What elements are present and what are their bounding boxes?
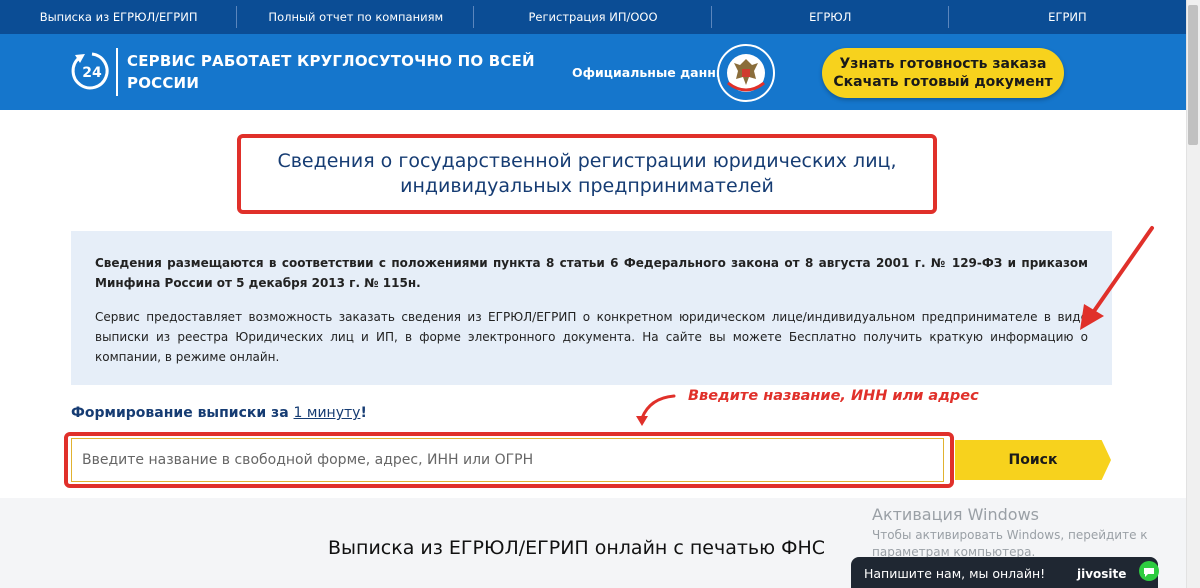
- info-box: Сведения размещаются в соответствии с по…: [71, 231, 1112, 385]
- formation-prefix: Формирование выписки за: [71, 405, 294, 421]
- page-title: Сведения о государственной регистрации ю…: [277, 150, 897, 197]
- chat-label: Напишите нам, мы онлайн!: [864, 566, 1046, 581]
- site-header: 24 СЕРВИС РАБОТАЕТ КРУГЛОСУТОЧНО ПО ВСЕЙ…: [0, 34, 1186, 110]
- tax-service-emblem-icon: [717, 44, 775, 102]
- windows-activation-watermark: Активация Windows Чтобы активировать Win…: [872, 505, 1172, 561]
- formation-heading: Формирование выписки за 1 минуту!: [71, 405, 367, 421]
- one-minute-link[interactable]: 1 минуту: [294, 405, 361, 421]
- nav-item-full-report[interactable]: Полный отчет по компаниям: [237, 0, 475, 34]
- header-divider: [116, 48, 118, 96]
- service-slogan: СЕРВИС РАБОТАЕТ КРУГЛОСУТОЧНО ПО ВСЕЙ РО…: [127, 52, 535, 92]
- nav-item-egrul[interactable]: ЕГРЮЛ: [712, 0, 950, 34]
- top-navigation: Выписка из ЕГРЮЛ/ЕГРИП Полный отчет по к…: [0, 0, 1186, 34]
- main-content: Сведения о государственной регистрации ю…: [0, 110, 1186, 498]
- nav-item-egrip[interactable]: ЕГРИП: [949, 0, 1186, 34]
- chat-widget[interactable]: Напишите нам, мы онлайн! jivosite: [851, 557, 1158, 588]
- section-heading: Выписка из ЕГРЮЛ/ЕГРИП онлайн с печатью …: [328, 537, 826, 559]
- scrollbar-thumb[interactable]: [1188, 5, 1198, 145]
- official-data-label: Официальные данные: [572, 65, 736, 80]
- title-highlight-box: Сведения о государственной регистрации ю…: [237, 134, 937, 214]
- search-input[interactable]: [71, 438, 944, 482]
- watermark-title: Активация Windows: [872, 505, 1039, 524]
- order-status-button[interactable]: Узнать готовность заказа Скачать готовый…: [822, 48, 1064, 98]
- 24-hours-badge: 24: [82, 65, 102, 81]
- formation-suffix: !: [360, 405, 367, 421]
- search-button[interactable]: Поиск: [955, 440, 1111, 480]
- watermark-text: Чтобы активировать Windows, перейдите к …: [872, 528, 1148, 559]
- nav-item-extract[interactable]: Выписка из ЕГРЮЛ/ЕГРИП: [0, 0, 238, 34]
- search-hint: Введите название, ИНН или адрес: [688, 388, 979, 404]
- chat-bubble-icon: [1139, 561, 1159, 581]
- curved-arrow-icon: [636, 394, 676, 426]
- jivosite-logo: jivosite: [1077, 567, 1127, 581]
- nav-item-registration[interactable]: Регистрация ИП/ООО: [474, 0, 712, 34]
- info-legal-basis: Сведения размещаются в соответствии с по…: [95, 256, 1088, 290]
- 24-hours-icon: 24: [71, 52, 109, 90]
- order-status-label: Узнать готовность заказа: [839, 56, 1047, 72]
- pointer-arrow-icon: [1080, 226, 1154, 330]
- download-document-label: Скачать готовый документ: [833, 74, 1053, 90]
- info-description: Сервис предоставляет возможность заказат…: [95, 310, 1088, 364]
- search-highlight-box: [64, 432, 954, 488]
